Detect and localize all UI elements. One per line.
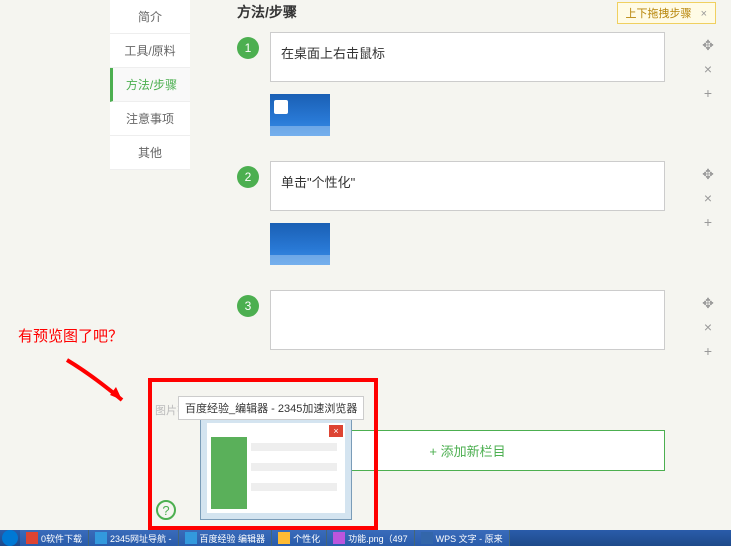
remove-icon[interactable]: ×: [700, 61, 716, 77]
arrow-icon: [62, 355, 142, 415]
taskbar-item[interactable]: 0软件下载: [20, 530, 89, 546]
step-number: 3: [237, 295, 259, 317]
remove-icon[interactable]: ×: [700, 190, 716, 206]
app-icon: [421, 532, 433, 544]
taskbar: 0软件下载 2345网址导航 - 百度经验 编辑器 个性化 功能.png（497…: [0, 530, 731, 546]
remove-icon[interactable]: ×: [700, 319, 716, 335]
help-icon[interactable]: ?: [156, 500, 176, 520]
app-icon: [26, 532, 38, 544]
taskbar-item[interactable]: 百度经验 编辑器: [179, 530, 273, 546]
add-icon[interactable]: +: [700, 214, 716, 230]
preview-row: [251, 443, 337, 451]
step-number: 1: [237, 37, 259, 59]
preview-tooltip: 百度经验_编辑器 - 2345加速浏览器: [178, 396, 364, 420]
step-controls: ✥ × +: [700, 166, 716, 230]
step-1: 1 在桌面上右击鼠标 ✥ × +: [225, 32, 731, 141]
taskbar-preview-thumb[interactable]: ×: [200, 416, 352, 520]
annotation-text: 有预览图了吧？: [18, 325, 123, 346]
move-icon[interactable]: ✥: [700, 295, 716, 311]
sidebar-item-steps[interactable]: 方法/步骤: [110, 68, 190, 102]
sidebar-item-notes[interactable]: 注意事项: [110, 102, 190, 136]
preview-sidebar: [211, 437, 247, 509]
preview-inner: ×: [207, 423, 345, 513]
app-icon: [278, 532, 290, 544]
step-text-input[interactable]: 单击"个性化": [270, 161, 665, 211]
taskbar-item[interactable]: WPS 文字 - 原来: [415, 530, 510, 546]
close-icon[interactable]: ×: [329, 425, 343, 437]
start-button[interactable]: [2, 530, 18, 546]
step-2: 2 单击"个性化" ✥ × +: [225, 161, 731, 270]
taskbar-item[interactable]: 个性化: [272, 530, 327, 546]
step-number: 2: [237, 166, 259, 188]
app-icon: [185, 532, 197, 544]
preview-row: [251, 483, 337, 491]
sidebar-item-intro[interactable]: 简介: [110, 0, 190, 34]
step-image-thumb[interactable]: [270, 223, 330, 265]
add-icon[interactable]: +: [700, 343, 716, 359]
taskbar-item[interactable]: 功能.png（497: [327, 530, 415, 546]
preview-row: [251, 463, 337, 471]
step-text-input[interactable]: [270, 290, 665, 350]
step-controls: ✥ × +: [700, 295, 716, 359]
step-text-input[interactable]: 在桌面上右击鼠标: [270, 32, 665, 82]
sidebar-item-tools[interactable]: 工具/原料: [110, 34, 190, 68]
sidebar: 简介 工具/原料 方法/步骤 注意事项 其他: [110, 0, 190, 170]
app-icon: [95, 532, 107, 544]
sidebar-item-other[interactable]: 其他: [110, 136, 190, 170]
taskbar-item[interactable]: 2345网址导航 -: [89, 530, 179, 546]
move-icon[interactable]: ✥: [700, 166, 716, 182]
step-3: 3 ✥ × +: [225, 290, 731, 350]
app-icon: [333, 532, 345, 544]
section-title: 方法/步骤: [225, 2, 731, 22]
move-icon[interactable]: ✥: [700, 37, 716, 53]
add-icon[interactable]: +: [700, 85, 716, 101]
step-image-thumb[interactable]: [270, 94, 330, 136]
step-controls: ✥ × +: [700, 37, 716, 101]
